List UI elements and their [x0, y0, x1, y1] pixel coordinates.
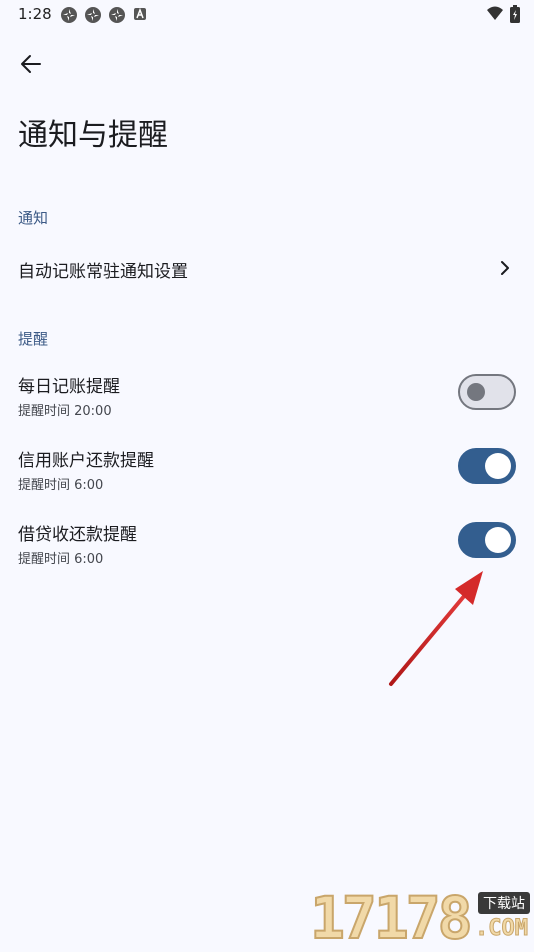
- battery-icon: [510, 5, 520, 23]
- credit-reminder-toggle[interactable]: [458, 448, 516, 484]
- watermark-suffix: .COM: [475, 916, 529, 942]
- status-bar: 1:28: [0, 0, 534, 30]
- status-system-icons: [486, 5, 520, 23]
- status-notification-icons: [60, 6, 148, 24]
- row-title: 借贷收还款提醒: [18, 525, 137, 545]
- arrow-left-icon: [21, 55, 41, 73]
- row-subtitle: 提醒时间 20:00: [18, 404, 112, 419]
- row-title: 自动记账常驻通知设置: [18, 262, 188, 282]
- row-title: 信用账户还款提醒: [18, 451, 154, 471]
- row-subtitle: 提醒时间 6:00: [18, 552, 104, 567]
- watermark-badge: 下载站: [478, 892, 530, 914]
- annotation-arrow-icon: [389, 571, 483, 686]
- a-letter-icon: [134, 7, 146, 20]
- back-button[interactable]: [14, 47, 48, 81]
- row-subtitle: 提醒时间 6:00: [18, 478, 104, 493]
- watermark-digits: 17178: [309, 884, 474, 952]
- app-notification-icon: [85, 7, 101, 23]
- daily-reminder-toggle[interactable]: [458, 374, 516, 410]
- toggle-knob: [485, 453, 511, 479]
- auto-bookkeeping-notification-settings[interactable]: 自动记账常驻通知设置: [0, 240, 534, 296]
- daily-bookkeeping-reminder[interactable]: 每日记账提醒 提醒时间 20:00: [0, 360, 534, 426]
- page-title: 通知与提醒: [18, 118, 168, 153]
- site-watermark: 17178 下载站 .COM: [309, 884, 532, 952]
- section-header-reminder: 提醒: [18, 330, 49, 348]
- chevron-right-icon: [501, 261, 509, 275]
- loan-reminder-toggle[interactable]: [458, 522, 516, 558]
- section-header-notification: 通知: [18, 209, 49, 227]
- app-notification-icon: [61, 7, 77, 23]
- wifi-icon: [487, 6, 503, 20]
- row-title: 每日记账提醒: [18, 377, 120, 397]
- toggle-knob: [467, 383, 485, 401]
- app-notification-icon: [109, 7, 125, 23]
- status-time: 1:28: [18, 5, 52, 23]
- credit-account-repayment-reminder[interactable]: 信用账户还款提醒 提醒时间 6:00: [0, 434, 534, 500]
- toggle-knob: [485, 527, 511, 553]
